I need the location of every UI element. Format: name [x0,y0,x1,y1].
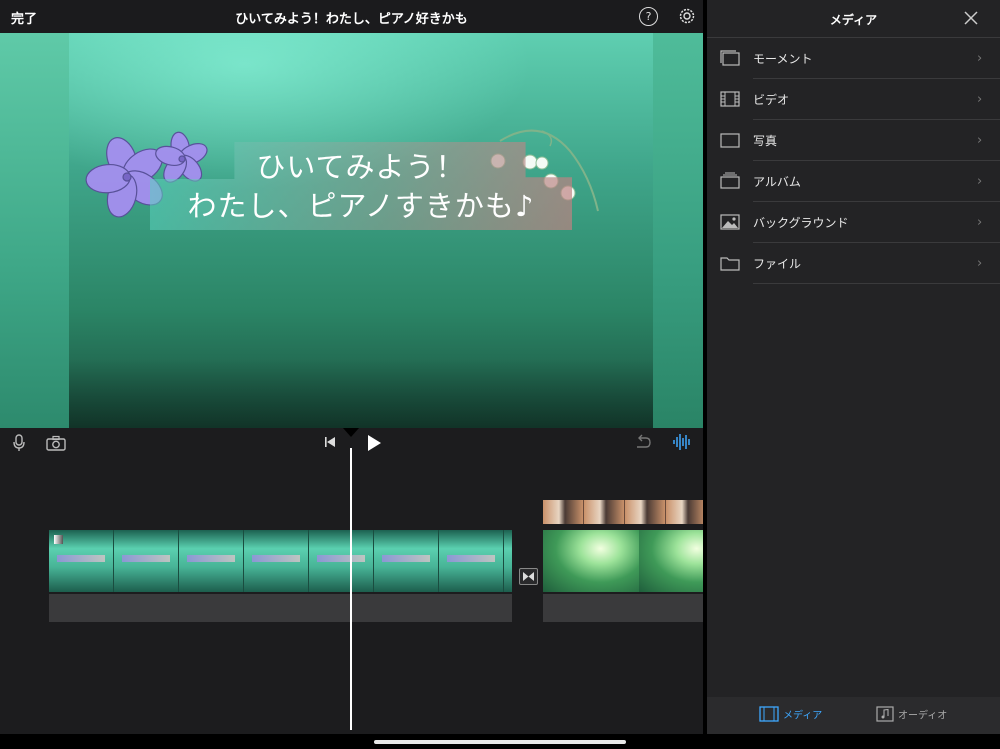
close-icon[interactable] [964,11,978,25]
clip-thumbnail [114,530,179,592]
clip-thumbnail [584,500,625,524]
chevron-right-icon: › [977,256,983,271]
chevron-right-icon: › [977,92,983,107]
timeline[interactable] [0,428,703,734]
video-clip-2[interactable] [543,530,703,592]
media-panel-header: メディア [707,0,1000,38]
video-clip-1[interactable] [49,530,512,592]
photo-icon [720,133,740,148]
transition-icon[interactable] [519,568,538,585]
chevron-right-icon: › [977,215,983,230]
moments-icon [720,50,740,66]
media-item-files[interactable]: ファイル › [707,243,1000,284]
media-item-albums[interactable]: アルバム › [707,161,1000,202]
film-icon [759,706,779,722]
tab-media-label: メディア [783,710,823,722]
clip-thumbnail [244,530,309,592]
clip-thumbnail [543,530,639,592]
audio-track-1[interactable] [49,594,512,622]
chevron-right-icon: › [977,51,983,66]
skip-to-start-icon[interactable] [324,436,336,448]
background-image-icon [720,214,740,230]
tab-media[interactable]: メディア [759,706,822,722]
home-indicator[interactable] [374,740,626,744]
audio-waveform-icon[interactable] [672,433,692,451]
media-item-backgrounds[interactable]: バックグラウンド › [707,202,1000,243]
gear-icon[interactable] [677,6,697,26]
help-icon[interactable]: ? [639,7,658,26]
clip-thumbnail [639,530,703,592]
media-item-label: バックグラウンド [753,216,849,230]
microphone-icon[interactable] [12,434,26,452]
media-item-label: ビデオ [753,93,790,107]
project-title: ひいてみよう！わたし、ピアノ好きかも [235,12,468,27]
media-item-label: アルバム [753,175,801,189]
undo-icon[interactable] [634,434,652,450]
clip-thumbnail [309,530,374,592]
folder-icon [720,257,740,271]
camera-icon[interactable] [46,435,66,451]
viewer-background-left [0,33,69,428]
top-bar: 完了 ひいてみよう！わたし、ピアノ好きかも ? [0,0,703,33]
media-item-photos[interactable]: 写真 › [707,120,1000,161]
chevron-right-icon: › [977,133,983,148]
tab-audio-label: オーディオ [898,710,948,722]
video-viewer[interactable]: ひいてみよう！ わたし、ピアノすきかも♪ [0,33,703,428]
overlay-clip[interactable] [543,500,703,524]
clip-thumbnail [666,500,703,524]
tab-audio[interactable]: オーディオ [876,706,947,722]
media-item-video[interactable]: ビデオ › [707,79,1000,120]
clip-thumbnail [439,530,504,592]
media-tab-bar: メディア オーディオ [707,697,1000,734]
clip-thumbnail [374,530,439,592]
clip-thumbnail [504,530,512,592]
playhead-marker [343,428,359,437]
viewer-background-right [653,33,703,428]
title-caption-line-2: わたし、ピアノすきかも♪ [187,189,535,223]
clip-thumbnail [625,500,666,524]
clip-thumbnail [179,530,244,592]
clip-thumbnail [543,500,584,524]
media-panel-title: メディア [829,13,878,27]
media-item-label: モーメント [753,52,813,66]
chevron-right-icon: › [977,174,983,189]
divider [753,283,1000,284]
title-caption-line-1: ひいてみよう！ [256,150,466,184]
media-item-label: ファイル [753,257,802,271]
music-note-icon [876,706,894,722]
playhead[interactable] [350,448,352,730]
play-icon[interactable] [366,434,382,452]
media-item-label: 写真 [753,134,778,148]
title-badge-icon [54,535,63,544]
media-item-moments[interactable]: モーメント › [707,38,1000,79]
album-icon [720,172,740,189]
audio-track-2[interactable] [543,594,703,622]
video-frame [69,33,653,428]
film-icon [720,91,740,107]
media-panel: メディア モーメント › ビデオ › 写真 › アルバム › バックグラウンド … [707,0,1000,734]
